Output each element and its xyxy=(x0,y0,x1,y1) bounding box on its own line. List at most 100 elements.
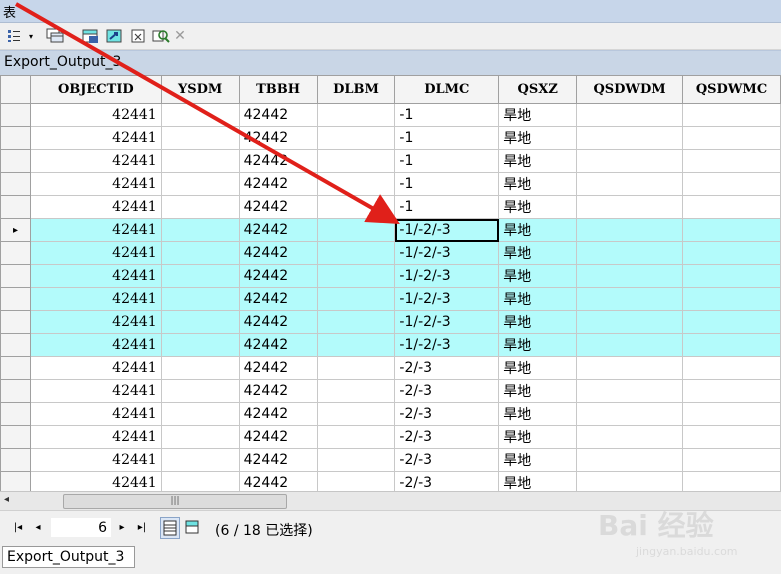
row-selector[interactable] xyxy=(0,103,31,127)
cell-dlbm[interactable] xyxy=(316,379,396,403)
cell-tbbh[interactable]: 42442 xyxy=(238,287,318,311)
cell-ysdm[interactable] xyxy=(160,287,240,311)
cell-dlmc[interactable]: -2/-3 xyxy=(394,356,500,380)
table-row[interactable]: 42441 42442 -2/-3 旱地 xyxy=(0,471,781,491)
cell-qsdwmc[interactable] xyxy=(682,103,781,127)
cell-qsdwmc[interactable] xyxy=(682,218,781,242)
table-row[interactable]: ▸ 42441 42442 -1/-2/-3 旱地 xyxy=(0,218,781,242)
cell-ysdm[interactable] xyxy=(160,241,240,265)
cell-tbbh[interactable]: 42442 xyxy=(238,448,318,472)
cell-qsxz[interactable]: 旱地 xyxy=(498,287,578,311)
row-selector[interactable] xyxy=(0,402,31,426)
cell-dlbm[interactable] xyxy=(316,103,396,127)
row-selector[interactable] xyxy=(0,310,31,334)
cell-dlbm[interactable] xyxy=(316,287,396,311)
cell-objectid[interactable]: 42441 xyxy=(29,471,162,491)
cell-ysdm[interactable] xyxy=(160,425,240,449)
row-selector[interactable] xyxy=(0,287,31,311)
row-selector[interactable] xyxy=(0,264,31,288)
cell-dlbm[interactable] xyxy=(316,126,396,150)
cell-ysdm[interactable] xyxy=(160,333,240,357)
cell-tbbh[interactable]: 42442 xyxy=(238,241,318,265)
cell-qsdwdm[interactable] xyxy=(576,287,684,311)
cell-qsdwdm[interactable] xyxy=(576,126,684,150)
cell-dlbm[interactable] xyxy=(316,172,396,196)
cell-qsdwmc[interactable] xyxy=(682,287,781,311)
cell-tbbh[interactable]: 42442 xyxy=(238,126,318,150)
cell-dlbm[interactable] xyxy=(316,448,396,472)
cell-ysdm[interactable] xyxy=(160,448,240,472)
cell-dlmc[interactable]: -1/-2/-3 xyxy=(394,241,500,265)
cell-qsdwmc[interactable] xyxy=(682,333,781,357)
cell-tbbh[interactable]: 42442 xyxy=(238,172,318,196)
column-header[interactable]: DLBM xyxy=(316,75,396,104)
table-row[interactable]: 42441 42442 -1/-2/-3 旱地 xyxy=(0,310,781,334)
cell-tbbh[interactable]: 42442 xyxy=(238,218,318,242)
row-selector[interactable] xyxy=(0,425,31,449)
cell-qsxz[interactable]: 旱地 xyxy=(498,333,578,357)
table-row[interactable]: 42441 42442 -1 旱地 xyxy=(0,126,781,150)
row-selector[interactable] xyxy=(0,356,31,380)
cell-dlmc[interactable]: -1 xyxy=(394,172,500,196)
table-row[interactable]: 42441 42442 -1 旱地 xyxy=(0,195,781,219)
cell-qsdwmc[interactable] xyxy=(682,356,781,380)
cell-ysdm[interactable] xyxy=(160,126,240,150)
cell-qsdwmc[interactable] xyxy=(682,264,781,288)
cell-qsxz[interactable]: 旱地 xyxy=(498,402,578,426)
cell-tbbh[interactable]: 42442 xyxy=(238,310,318,334)
cell-qsxz[interactable]: 旱地 xyxy=(498,149,578,173)
column-header[interactable]: YSDM xyxy=(160,75,240,104)
cell-qsdwdm[interactable] xyxy=(576,149,684,173)
cell-dlmc[interactable]: -1/-2/-3 xyxy=(394,264,500,288)
table-tab[interactable]: Export_Output_3 xyxy=(2,546,135,568)
cell-dlmc[interactable]: -2/-3 xyxy=(394,402,500,426)
cell-qsdwdm[interactable] xyxy=(576,333,684,357)
cell-qsdwmc[interactable] xyxy=(682,195,781,219)
cell-dlmc[interactable]: -1/-2/-3 xyxy=(394,333,500,357)
table-row[interactable]: 42441 42442 -1/-2/-3 旱地 xyxy=(0,333,781,357)
cell-qsdwdm[interactable] xyxy=(576,241,684,265)
previous-record-icon[interactable]: ◂ xyxy=(30,520,46,536)
table-row[interactable]: 42441 42442 -2/-3 旱地 xyxy=(0,356,781,380)
cell-dlmc[interactable]: -1/-2/-3 xyxy=(394,287,500,311)
cell-ysdm[interactable] xyxy=(160,103,240,127)
select-by-attributes-icon[interactable] xyxy=(80,27,102,45)
cell-dlbm[interactable] xyxy=(316,310,396,334)
cell-dlmc[interactable]: -1 xyxy=(394,195,500,219)
cell-dlbm[interactable] xyxy=(316,195,396,219)
cell-ysdm[interactable] xyxy=(160,402,240,426)
last-record-icon[interactable]: ▸| xyxy=(134,520,150,536)
table-row[interactable]: 42441 42442 -2/-3 旱地 xyxy=(0,379,781,403)
row-selector[interactable] xyxy=(0,195,31,219)
column-header[interactable]: QSDWMC xyxy=(682,75,781,104)
cell-qsdwdm[interactable] xyxy=(576,448,684,472)
table-row[interactable]: 42441 42442 -1/-2/-3 旱地 xyxy=(0,264,781,288)
cell-qsxz[interactable]: 旱地 xyxy=(498,264,578,288)
first-record-icon[interactable]: |◂ xyxy=(10,520,26,536)
cell-qsdwmc[interactable] xyxy=(682,402,781,426)
cell-dlmc[interactable]: -1 xyxy=(394,103,500,127)
cell-dlmc[interactable]: -2/-3 xyxy=(394,448,500,472)
cell-objectid[interactable]: 42441 xyxy=(29,448,162,472)
row-selector[interactable] xyxy=(0,379,31,403)
row-selector-header[interactable] xyxy=(0,75,31,104)
cell-dlmc[interactable]: -1 xyxy=(394,126,500,150)
row-selector[interactable] xyxy=(0,241,31,265)
cell-tbbh[interactable]: 42442 xyxy=(238,425,318,449)
cell-tbbh[interactable]: 42442 xyxy=(238,471,318,491)
cell-qsdwmc[interactable] xyxy=(682,172,781,196)
cell-dlbm[interactable] xyxy=(316,264,396,288)
cell-tbbh[interactable]: 42442 xyxy=(238,379,318,403)
scrollbar-thumb[interactable]: ||| xyxy=(63,494,287,509)
cell-dlbm[interactable] xyxy=(316,402,396,426)
cell-qsxz[interactable]: 旱地 xyxy=(498,310,578,334)
cell-qsxz[interactable]: 旱地 xyxy=(498,241,578,265)
cell-qsxz[interactable]: 旱地 xyxy=(498,425,578,449)
table-row[interactable]: 42441 42442 -2/-3 旱地 xyxy=(0,425,781,449)
related-tables-icon[interactable] xyxy=(44,27,66,45)
cell-objectid[interactable]: 42441 xyxy=(29,287,162,311)
cell-qsdwdm[interactable] xyxy=(576,471,684,491)
cell-objectid[interactable]: 42441 xyxy=(29,333,162,357)
cell-ysdm[interactable] xyxy=(160,218,240,242)
row-selector[interactable] xyxy=(0,333,31,357)
